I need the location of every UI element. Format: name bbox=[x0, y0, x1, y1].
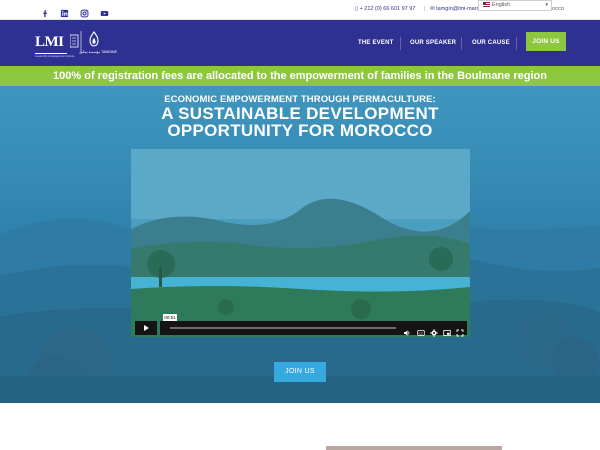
logo-lmi-text: LMI bbox=[35, 33, 67, 54]
nav-our-cause[interactable]: OUR CAUSE bbox=[472, 40, 510, 46]
logo-subtext: Leadership & Management Institute bbox=[35, 55, 75, 58]
svg-text:CC: CC bbox=[419, 331, 424, 335]
youtube-icon[interactable] bbox=[100, 5, 109, 17]
logo-arabic-text: مؤسسة تمكين TAMGINE bbox=[79, 50, 117, 54]
phone-icon: ▯ bbox=[355, 6, 359, 12]
hero-title-line2: OPPORTUNITY FOR MOROCCO bbox=[167, 121, 433, 140]
captions-icon[interactable]: CC bbox=[417, 324, 425, 336]
nav-divider bbox=[400, 37, 401, 50]
nav-divider bbox=[516, 37, 517, 50]
phone-contact[interactable]: ▯ + 212 (0) 66 601 97 97 bbox=[355, 6, 415, 12]
topbar-divider: | bbox=[424, 6, 426, 12]
instagram-icon[interactable] bbox=[80, 5, 89, 18]
video-time-tooltip: 00:51 bbox=[163, 314, 177, 321]
linkedin-icon[interactable] bbox=[60, 5, 69, 18]
top-bar: ▯ + 212 (0) 66 601 97 97 | ✉ tamgin@lmi-… bbox=[0, 0, 600, 20]
video-thumbnail bbox=[131, 149, 470, 337]
video-player[interactable] bbox=[131, 149, 470, 337]
video-progress-track[interactable] bbox=[170, 327, 396, 329]
flag-icon bbox=[483, 2, 490, 8]
nav-our-speaker[interactable]: OUR SPEAKER bbox=[410, 40, 456, 46]
settings-icon[interactable] bbox=[430, 324, 438, 337]
fullscreen-icon[interactable] bbox=[456, 324, 464, 337]
language-label: English bbox=[492, 2, 511, 8]
hero-title-line1: A SUSTAINABLE DEVELOPMENT bbox=[161, 104, 439, 123]
play-icon bbox=[144, 325, 149, 331]
volume-icon[interactable] bbox=[403, 324, 411, 336]
mail-icon: ✉ bbox=[430, 6, 435, 12]
next-section-image-edge bbox=[326, 446, 502, 450]
chevron-down-icon: ▾ bbox=[545, 2, 548, 8]
phone-number[interactable]: + 212 (0) 66 601 97 97 bbox=[360, 6, 416, 12]
pip-icon[interactable] bbox=[443, 324, 451, 336]
fees-banner: 100% of registration fees are allocated … bbox=[0, 66, 600, 86]
nav-divider bbox=[461, 37, 462, 50]
join-us-nav-button[interactable]: JOIN US bbox=[526, 32, 566, 51]
language-selector[interactable]: English ▾ bbox=[478, 0, 552, 11]
facebook-icon[interactable] bbox=[41, 5, 50, 18]
play-button[interactable] bbox=[135, 321, 157, 335]
nav-the-event[interactable]: THE EVENT bbox=[358, 40, 393, 46]
join-us-hero-button[interactable]: JOIN US bbox=[274, 362, 326, 382]
